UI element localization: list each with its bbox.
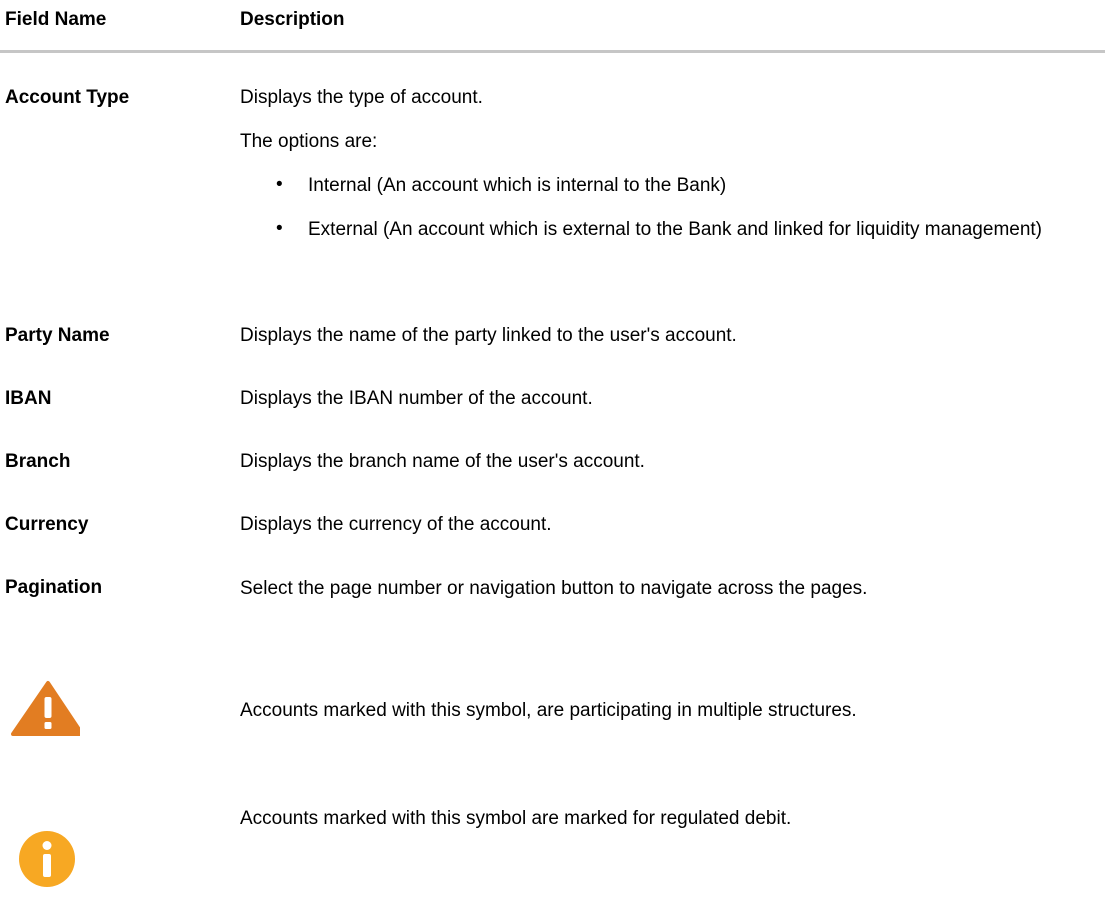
option-text: External (An account which is external t… bbox=[308, 219, 1043, 240]
field-name-party-name: Party Name bbox=[5, 325, 110, 346]
info-circle-icon bbox=[0, 828, 100, 888]
options-intro: The options are: bbox=[240, 131, 378, 152]
description-info-symbol: Accounts marked with this symbol are mar… bbox=[240, 808, 792, 829]
table-header: Field Name Description bbox=[0, 0, 1105, 53]
description-party-name: Displays the name of the party linked to… bbox=[240, 325, 737, 346]
table-row-warning-symbol: Accounts marked with this symbol, are pa… bbox=[0, 678, 1105, 740]
description-account-type: Displays the type of account. bbox=[240, 87, 483, 108]
table-row-party-name: Party Name Displays the name of the part… bbox=[0, 325, 1105, 349]
field-name-column-header: Field Name bbox=[5, 9, 107, 30]
table-row-currency: Currency Displays the currency of the ac… bbox=[0, 514, 1105, 538]
description-branch: Displays the branch name of the user's a… bbox=[240, 451, 645, 472]
bullet-icon: • bbox=[276, 218, 283, 239]
description-iban: Displays the IBAN number of the account. bbox=[240, 388, 593, 409]
table-row-info-symbol: Accounts marked with this symbol are mar… bbox=[0, 780, 1105, 890]
warning-triangle-icon bbox=[0, 678, 100, 738]
table-row-account-type: Account Type Displays the type of accoun… bbox=[0, 87, 1105, 287]
list-item-option-external: • External (An account which is external… bbox=[240, 218, 1094, 266]
table-row-branch: Branch Displays the branch name of the u… bbox=[0, 451, 1105, 475]
field-name-iban: IBAN bbox=[5, 388, 52, 409]
field-name-pagination: Pagination bbox=[5, 577, 103, 598]
description-warning-symbol: Accounts marked with this symbol, are pa… bbox=[240, 700, 857, 721]
field-name-branch: Branch bbox=[5, 451, 71, 472]
bullet-icon: • bbox=[276, 174, 283, 195]
table-row-pagination: Pagination Select the page number or nav… bbox=[0, 577, 1105, 627]
table-row-iban: IBAN Displays the IBAN number of the acc… bbox=[0, 388, 1105, 412]
option-text: Internal (An account which is internal t… bbox=[308, 175, 727, 196]
description-pagination: Select the page number or navigation but… bbox=[240, 578, 868, 599]
description-currency: Displays the currency of the account. bbox=[240, 514, 552, 535]
field-name-currency: Currency bbox=[5, 514, 89, 535]
description-column-header: Description bbox=[240, 9, 345, 30]
list-item-option-internal: • Internal (An account which is internal… bbox=[240, 174, 1094, 198]
header-divider bbox=[0, 50, 1105, 53]
field-name-account-type: Account Type bbox=[5, 87, 130, 108]
